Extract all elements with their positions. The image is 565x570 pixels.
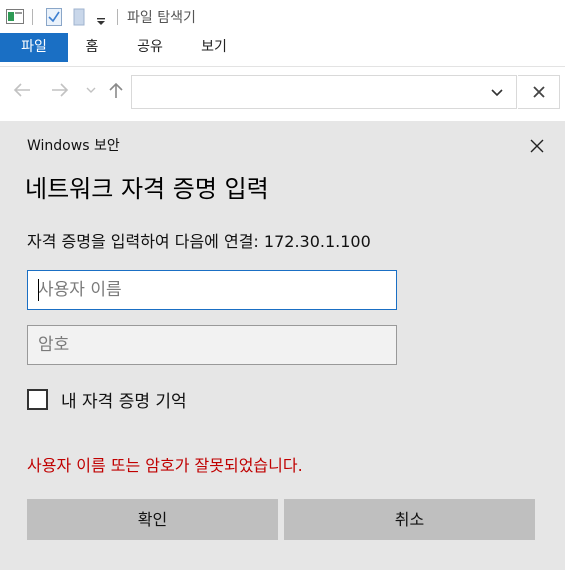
text-caret xyxy=(38,279,39,301)
forward-arrow-icon[interactable] xyxy=(50,81,70,105)
cancel-button[interactable]: 취소 xyxy=(284,499,535,540)
chevron-down-icon[interactable] xyxy=(490,82,504,106)
ok-button[interactable]: 확인 xyxy=(27,499,278,540)
recent-locations-chevron-icon[interactable] xyxy=(85,81,97,105)
close-icon[interactable] xyxy=(518,75,560,109)
credential-dialog: Windows 보안 네트워크 자격 증명 입력 자격 증명을 입력하여 다음에… xyxy=(0,121,565,570)
tab-view[interactable]: 보기 xyxy=(192,33,236,62)
password-placeholder: 암호 xyxy=(38,335,70,355)
window-title: 파일 탐색기 xyxy=(127,10,196,26)
error-message: 사용자 이름 또는 암호가 잘못되었습니다. xyxy=(27,456,303,475)
quick-access-separator xyxy=(32,9,33,25)
remember-label[interactable]: 내 자격 증명 기억 xyxy=(61,387,187,412)
navigation-bar xyxy=(0,67,565,120)
dialog-caption: Windows 보안 xyxy=(27,138,120,154)
back-arrow-icon[interactable] xyxy=(12,81,32,105)
username-field[interactable]: 사용자 이름 xyxy=(27,270,397,310)
close-icon xyxy=(530,138,544,157)
explorer-title-bar: 파일 탐색기 xyxy=(0,0,565,33)
address-bar[interactable] xyxy=(131,75,517,109)
username-placeholder: 사용자 이름 xyxy=(38,280,122,300)
properties-check-icon[interactable] xyxy=(46,8,62,30)
tab-share[interactable]: 공유 xyxy=(128,33,172,62)
dialog-message: 자격 증명을 입력하여 다음에 연결: 172.30.1.100 xyxy=(27,232,371,251)
dialog-title: 네트워크 자격 증명 입력 xyxy=(25,175,269,203)
remember-checkbox[interactable] xyxy=(27,388,48,410)
remember-credentials[interactable]: 내 자격 증명 기억 xyxy=(27,386,187,412)
up-arrow-icon[interactable] xyxy=(108,81,124,106)
dialog-close-button[interactable] xyxy=(523,134,551,160)
file-explorer-icon xyxy=(6,9,24,29)
tab-file[interactable]: 파일 xyxy=(0,33,68,62)
ribbon: 파일 홈 공유 보기 xyxy=(0,33,565,67)
tab-home[interactable]: 홈 xyxy=(76,33,108,62)
title-separator xyxy=(117,9,118,25)
quick-access-dropdown-icon[interactable] xyxy=(96,12,106,31)
new-folder-icon[interactable] xyxy=(73,8,85,30)
password-field[interactable]: 암호 xyxy=(27,325,397,365)
